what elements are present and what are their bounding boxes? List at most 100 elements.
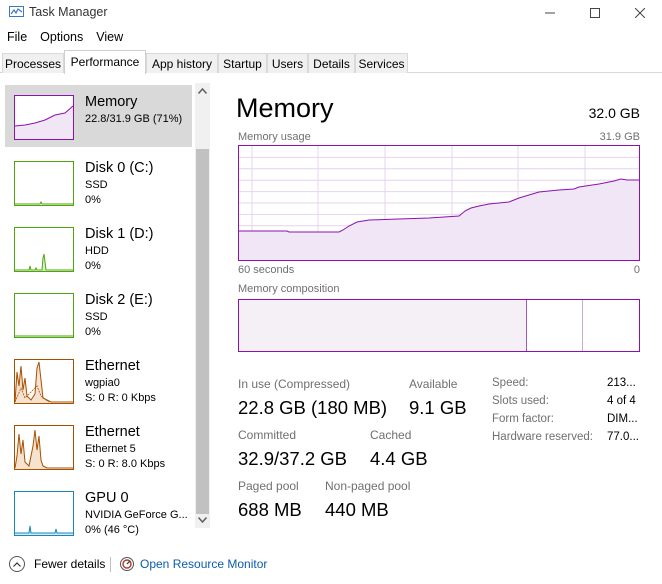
menu-file[interactable]: File <box>0 27 33 49</box>
composition-in-use-segment <box>239 300 527 351</box>
ethernet-5-thumbnail-graph <box>14 425 74 470</box>
chevron-up-icon <box>13 561 21 567</box>
hardware-reserved-label: Hardware reserved: <box>492 431 593 443</box>
fewer-details-link[interactable]: Fewer details <box>34 557 105 571</box>
resource-item-ethernet-wgpia0[interactable]: Ethernet wgpia0 S: 0 R: 0 Kbps <box>5 349 192 411</box>
available-label: Available <box>409 377 458 391</box>
gpu-0-thumbnail-graph <box>14 491 74 536</box>
tab-details[interactable]: Details <box>308 53 355 73</box>
chevron-down-icon <box>198 517 207 523</box>
ethernet-wgpia0-thumbnail-graph <box>14 359 74 404</box>
memory-usage-graph <box>238 145 640 261</box>
scroll-thumb[interactable] <box>196 149 209 514</box>
tab-users[interactable]: Users <box>267 53 308 73</box>
title-bar: Task Manager <box>0 0 662 26</box>
tab-processes[interactable]: Processes <box>2 53 64 73</box>
resource-usage: 0% <box>85 194 101 206</box>
resource-adapter: wgpia0 <box>85 377 120 389</box>
resource-monitor-icon <box>120 557 134 571</box>
resource-item-disk-1[interactable]: Disk 1 (D:) HDD 0% <box>5 217 192 279</box>
memory-thumbnail-graph <box>14 95 74 140</box>
tab-performance[interactable]: Performance <box>64 50 146 74</box>
maximize-button[interactable] <box>572 0 618 26</box>
memory-total: 32.0 GB <box>588 105 640 121</box>
menu-view[interactable]: View <box>89 27 129 49</box>
cached-value: 4.4 GB <box>370 448 428 469</box>
slots-used-value: 4 of 4 <box>607 395 636 407</box>
composition-standby-divider <box>582 300 583 351</box>
resource-name: Disk 1 (D:) <box>85 226 154 242</box>
resource-model: NVIDIA GeForce G... <box>85 509 188 521</box>
menu-bar: File Options View <box>0 27 129 49</box>
form-factor-value: DIM... <box>607 413 638 425</box>
tab-app-history[interactable]: App history <box>146 53 218 73</box>
chevron-up-icon <box>198 88 207 94</box>
committed-label: Committed <box>238 428 297 442</box>
resource-name: Disk 0 (C:) <box>85 160 154 176</box>
close-icon <box>635 8 645 18</box>
memory-composition-label: Memory composition <box>238 283 340 295</box>
resource-item-gpu-0[interactable]: GPU 0 NVIDIA GeForce G... 0% (46 °C) <box>5 481 192 543</box>
resource-item-disk-2[interactable]: Disk 2 (E:) SSD 0% <box>5 283 192 345</box>
hardware-reserved-value: 77.0... <box>607 431 639 443</box>
resource-list: Memory 22.8/31.9 GB (71%) Disk 0 (C:) SS… <box>0 83 213 536</box>
paged-pool-value: 688 MB <box>238 499 302 520</box>
tab-startup[interactable]: Startup <box>218 53 267 73</box>
graph-time-right: 0 <box>633 264 640 276</box>
resource-usage: 0% <box>85 260 101 272</box>
available-value: 9.1 GB <box>409 397 467 418</box>
tab-services[interactable]: Services <box>355 53 408 73</box>
resource-name: Memory <box>85 94 138 110</box>
scroll-up-button[interactable] <box>195 83 210 99</box>
form-factor-label: Form factor: <box>492 413 554 425</box>
resource-detail: 22.8/31.9 GB (71%) <box>85 113 183 125</box>
page-title: Memory <box>236 93 334 123</box>
graph-time-left: 60 seconds <box>238 264 295 276</box>
memory-composition-bar <box>238 299 640 352</box>
in-use-label: In use (Compressed) <box>238 377 351 391</box>
resource-name: GPU 0 <box>85 490 129 506</box>
minimize-button[interactable] <box>527 0 573 26</box>
disk-2-thumbnail-graph <box>14 293 74 338</box>
non-paged-pool-label: Non-paged pool <box>325 479 411 493</box>
slots-used-label: Slots used: <box>492 395 549 407</box>
resource-usage: 0% (46 °C) <box>85 524 139 536</box>
menu-options[interactable]: Options <box>33 27 89 49</box>
footer-divider <box>110 557 111 572</box>
resource-item-ethernet-5[interactable]: Ethernet Ethernet 5 S: 0 R: 8.0 Kbps <box>5 415 192 477</box>
fewer-details-button[interactable] <box>9 556 25 572</box>
memory-usage-max: 31.9 GB <box>599 131 640 143</box>
cached-label: Cached <box>370 428 412 442</box>
non-paged-pool-value: 440 MB <box>325 499 389 520</box>
footer-bar: Fewer details Open Resource Monitor <box>0 552 662 578</box>
committed-value: 32.9/37.2 GB <box>238 448 348 469</box>
resource-type: HDD <box>85 245 109 257</box>
close-button[interactable] <box>617 0 662 26</box>
task-manager-icon <box>9 6 24 17</box>
resource-item-memory[interactable]: Memory 22.8/31.9 GB (71%) <box>5 85 192 147</box>
resource-usage: 0% <box>85 326 101 338</box>
resource-throughput: S: 0 R: 0 Kbps <box>85 392 156 404</box>
resource-type: SSD <box>85 311 108 323</box>
resource-adapter: Ethernet 5 <box>85 443 136 455</box>
resource-name: Ethernet <box>85 358 140 374</box>
resource-item-disk-0[interactable]: Disk 0 (C:) SSD 0% <box>5 151 192 213</box>
tab-strip: Processes Performance App history Startu… <box>0 50 662 74</box>
disk-1-thumbnail-graph <box>14 227 74 272</box>
minimize-icon <box>545 12 555 14</box>
resource-list-scrollbar[interactable] <box>195 83 210 528</box>
resource-name: Disk 2 (E:) <box>85 292 153 308</box>
in-use-value: 22.8 GB (180 MB) <box>238 397 388 418</box>
maximize-icon <box>590 8 600 18</box>
speed-label: Speed: <box>492 377 529 389</box>
window-title: Task Manager <box>29 5 108 19</box>
resource-name: Ethernet <box>85 424 140 440</box>
disk-0-thumbnail-graph <box>14 161 74 206</box>
open-resource-monitor-link[interactable]: Open Resource Monitor <box>140 557 267 571</box>
resource-type: SSD <box>85 179 108 191</box>
resource-throughput: S: 0 R: 8.0 Kbps <box>85 458 166 470</box>
scroll-down-button[interactable] <box>195 512 210 528</box>
memory-usage-label: Memory usage <box>238 131 311 143</box>
paged-pool-label: Paged pool <box>238 479 299 493</box>
speed-value: 213... <box>607 377 636 389</box>
